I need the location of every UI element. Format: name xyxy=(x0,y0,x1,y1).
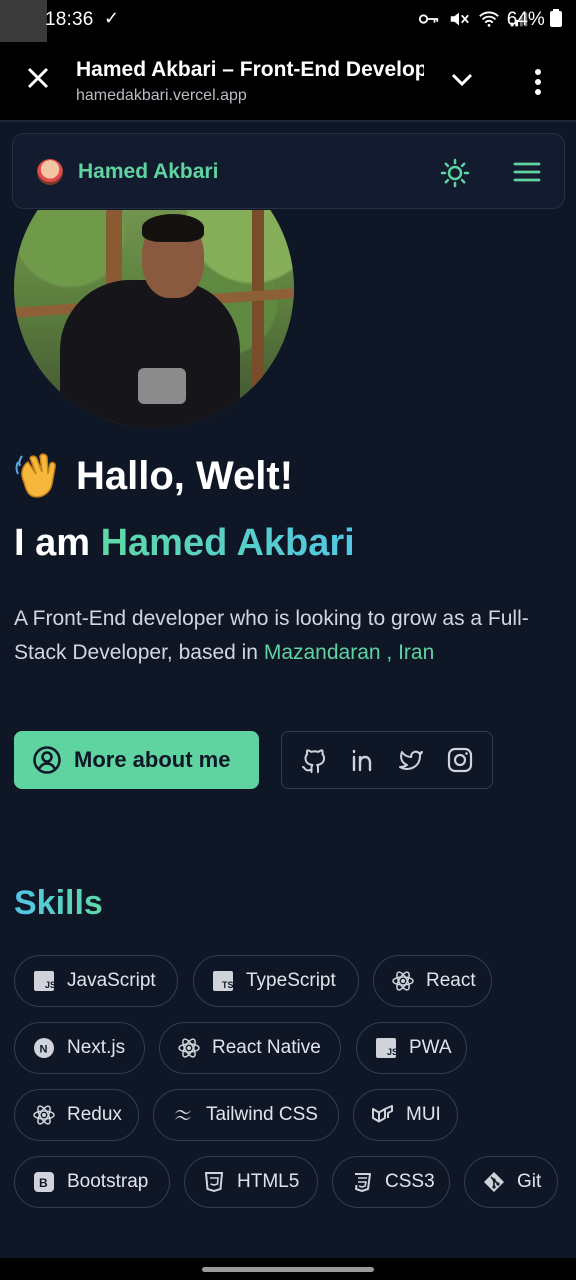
svg-text:N: N xyxy=(40,1044,48,1056)
wifi-icon xyxy=(479,11,499,27)
more-about-me-label: More about me xyxy=(74,747,231,772)
battery-indicator: 64% xyxy=(507,9,562,31)
css3-icon xyxy=(351,1171,373,1193)
sun-icon[interactable] xyxy=(440,158,470,188)
skill-chip-pwa: JS PWA xyxy=(356,1022,467,1074)
skill-label: MUI xyxy=(406,1104,441,1125)
skill-chip-css3: CSS3 xyxy=(332,1156,450,1208)
home-indicator[interactable] xyxy=(202,1267,374,1272)
skill-chip-typescript: TS TypeScript xyxy=(193,955,359,1007)
intro-prefix: I am xyxy=(14,522,91,564)
skill-label: React xyxy=(426,970,476,991)
git-icon xyxy=(483,1171,505,1193)
more-about-me-button[interactable]: More about me xyxy=(14,731,259,789)
js-icon: JS xyxy=(33,970,56,992)
browser-page-title: Hamed Akbari – Front-End Develop xyxy=(76,58,424,81)
skill-label: Tailwind CSS xyxy=(206,1104,318,1125)
battery-percent: 64% xyxy=(506,9,545,30)
nextjs-icon: N xyxy=(33,1037,55,1059)
intro-name: Hamed Akbari xyxy=(100,522,355,564)
intro-heading: I am Hamed Akbari xyxy=(14,522,355,565)
bio-paragraph: A Front-End developer who is looking to … xyxy=(14,602,554,670)
skill-chip-next-js: N Next.js xyxy=(14,1022,145,1074)
gesture-bar xyxy=(0,1258,576,1280)
status-time: 18:36 xyxy=(45,9,94,30)
react-icon xyxy=(33,1104,55,1126)
key-icon xyxy=(418,14,439,24)
browser-url: hamedakbari.vercel.app xyxy=(76,87,247,104)
skill-chip-git: Git xyxy=(464,1156,558,1208)
react-icon xyxy=(392,970,414,992)
html5-icon xyxy=(203,1171,225,1193)
skill-label: Redux xyxy=(67,1104,122,1125)
mui-icon xyxy=(372,1104,394,1126)
tailwind-icon xyxy=(172,1104,194,1126)
hamburger-menu-icon[interactable] xyxy=(513,161,541,183)
mute-icon xyxy=(450,12,469,26)
js-icon: JS xyxy=(375,1037,398,1059)
skill-chip-mui: MUI xyxy=(353,1089,458,1141)
avatar[interactable] xyxy=(37,159,63,185)
chevron-down-icon[interactable] xyxy=(450,70,474,90)
social-links xyxy=(281,731,493,789)
skill-chip-bootstrap: B Bootstrap xyxy=(14,1156,170,1208)
more-options-icon[interactable] xyxy=(532,68,544,96)
svg-text:JS: JS xyxy=(45,980,55,990)
skill-label: Next.js xyxy=(67,1037,126,1058)
skill-label: HTML5 xyxy=(237,1171,300,1192)
status-bar: 18:36 ✓ 64% xyxy=(0,0,576,120)
greeting-text: Hallo, Welt! xyxy=(76,453,294,498)
skill-label: Git xyxy=(517,1171,542,1192)
skill-label: TypeScript xyxy=(246,970,336,991)
browser-divider xyxy=(0,120,576,122)
skill-chip-html5: HTML5 xyxy=(184,1156,318,1208)
skills-heading: Skills xyxy=(14,884,103,922)
react-icon xyxy=(178,1037,200,1059)
site-navbar: Hamed Akbari xyxy=(12,133,565,209)
site-brand[interactable]: Hamed Akbari xyxy=(78,160,218,184)
skill-chip-tailwind-css: Tailwind CSS xyxy=(153,1089,339,1141)
bio-location: Mazandaran , Iran xyxy=(263,641,435,664)
close-icon[interactable] xyxy=(26,66,50,90)
bootstrap-icon: B xyxy=(33,1171,55,1193)
skill-label: Bootstrap xyxy=(67,1171,149,1192)
skill-label: JavaScript xyxy=(67,970,156,991)
github-icon[interactable] xyxy=(300,746,328,774)
screen: 18:36 ✓ 64% Hamed Akbari – Front-End Dev… xyxy=(0,0,576,1280)
ts-icon: TS xyxy=(212,970,234,992)
svg-text:JS: JS xyxy=(387,1047,397,1057)
skill-chip-javascript: JS JavaScript xyxy=(14,955,178,1007)
skill-label: React Native xyxy=(212,1037,321,1058)
skill-chip-redux: Redux xyxy=(14,1089,139,1141)
twitter-icon[interactable] xyxy=(397,746,425,774)
skill-label: PWA xyxy=(409,1037,452,1058)
skill-label: CSS3 xyxy=(385,1171,435,1192)
check-icon: ✓ xyxy=(104,8,120,28)
user-circle-icon xyxy=(33,746,61,774)
linkedin-icon[interactable] xyxy=(349,746,377,774)
svg-text:B: B xyxy=(39,1176,48,1190)
waving-hand-icon xyxy=(15,453,56,498)
skill-chip-react: React xyxy=(373,955,492,1007)
instagram-icon[interactable] xyxy=(446,746,474,774)
browser-toolbar: Hamed Akbari – Front-End Develop hamedak… xyxy=(0,42,576,120)
greeting: Hallo, Welt! xyxy=(14,452,293,500)
battery-icon xyxy=(550,9,562,27)
skill-chip-react-native: React Native xyxy=(159,1022,341,1074)
svg-text:TS: TS xyxy=(222,980,234,990)
